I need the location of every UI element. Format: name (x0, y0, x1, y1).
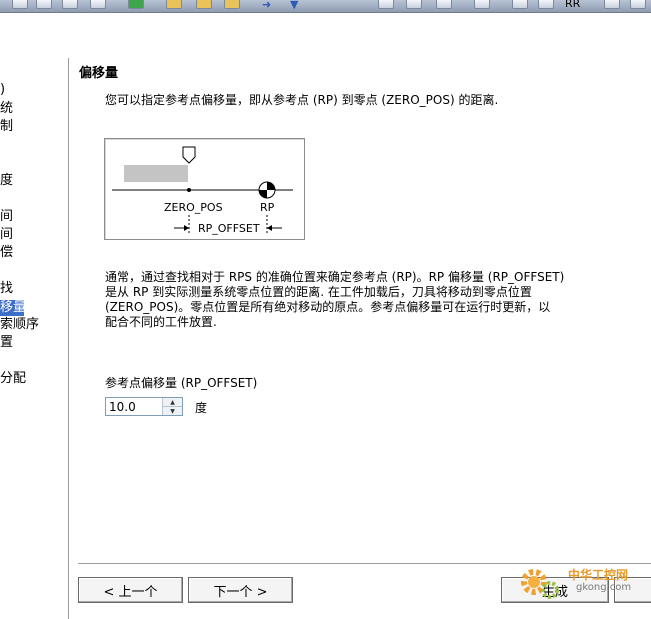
toolbar-button[interactable] (630, 0, 646, 9)
prev-button[interactable]: < 上一个 (78, 577, 183, 603)
toolbar-button[interactable] (604, 0, 620, 9)
reference-point-quadrant (267, 182, 275, 190)
unit-label: 度 (195, 401, 208, 415)
arrow-head-icon (184, 225, 189, 231)
zero-pos-label: ZERO_POS (164, 201, 223, 214)
arrow-down-icon[interactable]: ▼ (290, 0, 298, 11)
nav-item[interactable]: 制 (0, 119, 13, 135)
toolbar-button[interactable] (436, 0, 452, 9)
page-description: 您可以指定参考点偏移量，即从参考点 (RP) 到零点 (ZERO_POS) 的距… (105, 93, 499, 107)
arrow-head-icon (267, 225, 272, 231)
nav-item[interactable]: 索顺序 (0, 317, 39, 333)
rp-offset-field-label: 参考点偏移量 (RP_OFFSET) (105, 376, 258, 390)
toolbar-text: RR (565, 0, 581, 10)
page-title: 偏移量 (79, 66, 119, 81)
zero-pos-point (187, 188, 191, 192)
spin-down-icon[interactable]: ▼ (163, 407, 182, 415)
arrow-right-icon[interactable]: ➜ (262, 0, 271, 11)
toolbar-button[interactable] (378, 0, 394, 9)
reference-point-quadrant (259, 190, 267, 198)
offset-diagram: ZERO_POS RP RP_OFFSET (104, 138, 305, 240)
main-panel: 偏移量 您可以指定参考点偏移量，即从参考点 (RP) 到零点 (ZERO_POS… (69, 58, 651, 619)
nav-item[interactable]: 统 (0, 101, 13, 117)
offset-diagram-svg: ZERO_POS RP RP_OFFSET (112, 146, 293, 235)
toolbar-button[interactable] (406, 0, 422, 9)
rp-offset-stepper[interactable]: 10.0 ▲ ▼ (105, 397, 183, 416)
rp-offset-value[interactable]: 10.0 (109, 400, 136, 414)
gear-icon (521, 569, 559, 599)
toolbar-button[interactable] (128, 0, 144, 9)
explanation-line: 通常，通过查找相对于 RPS 的准确位置来确定参考点 (RP)。RP 偏移量 (… (105, 270, 565, 284)
nav-item[interactable]: 找 (0, 281, 13, 297)
explanation-line: 配合不同的工件放置. (105, 315, 217, 329)
nav-item[interactable]: 间 (0, 209, 13, 225)
watermark-cn: 中华工控网 (568, 568, 629, 582)
tool-marker-icon (182, 146, 196, 164)
toolbar-button[interactable] (538, 0, 554, 9)
nav-item-selected[interactable]: 移量 (0, 300, 26, 316)
toolbar: ➜ ▼ RR (0, 0, 651, 13)
spin-buttons: ▲ ▼ (162, 398, 182, 415)
rp-offset-label: RP_OFFSET (198, 222, 260, 235)
toolbar-button[interactable] (12, 0, 28, 9)
nav-tree: ) 统 制 度 间 间 偿 找 移量 索顺序 置 分配 (0, 58, 69, 619)
nav-item[interactable]: 置 (0, 335, 13, 351)
nav-item[interactable]: 偿 (0, 245, 13, 261)
workpiece-block (124, 165, 188, 182)
nav-item[interactable]: 度 (0, 173, 13, 189)
nav-item[interactable]: ) (0, 82, 5, 98)
watermark: 中华工控网 gkong.com (520, 562, 651, 600)
toolbar-button[interactable] (196, 0, 212, 9)
toolbar-button[interactable] (36, 0, 52, 9)
spin-up-icon[interactable]: ▲ (163, 398, 182, 407)
rp-label: RP (260, 201, 275, 214)
explanation-text: 通常，通过查找相对于 RPS 的准确位置来确定参考点 (RP)。RP 偏移量 (… (105, 270, 647, 330)
toolbar-button[interactable] (62, 0, 78, 9)
toolbar-button[interactable] (474, 0, 490, 9)
toolbar-button[interactable] (512, 0, 528, 9)
next-button[interactable]: 下一个 > (188, 577, 293, 603)
explanation-line: 是从 RP 到实际测量系统零点位置的距离. 在工件加载后，刀具将移动到零点位置 (105, 285, 532, 299)
nav-item[interactable]: 分配 (0, 371, 26, 387)
watermark-url: gkong.com (576, 582, 632, 593)
explanation-line: (ZERO_POS)。零点位置是所有绝对移动的原点。参考点偏移量可在运行时更新，… (105, 300, 551, 314)
toolbar-button[interactable] (90, 0, 106, 9)
toolbar-button[interactable] (166, 0, 182, 9)
nav-item[interactable]: 间 (0, 227, 13, 243)
toolbar-button[interactable] (224, 0, 240, 9)
